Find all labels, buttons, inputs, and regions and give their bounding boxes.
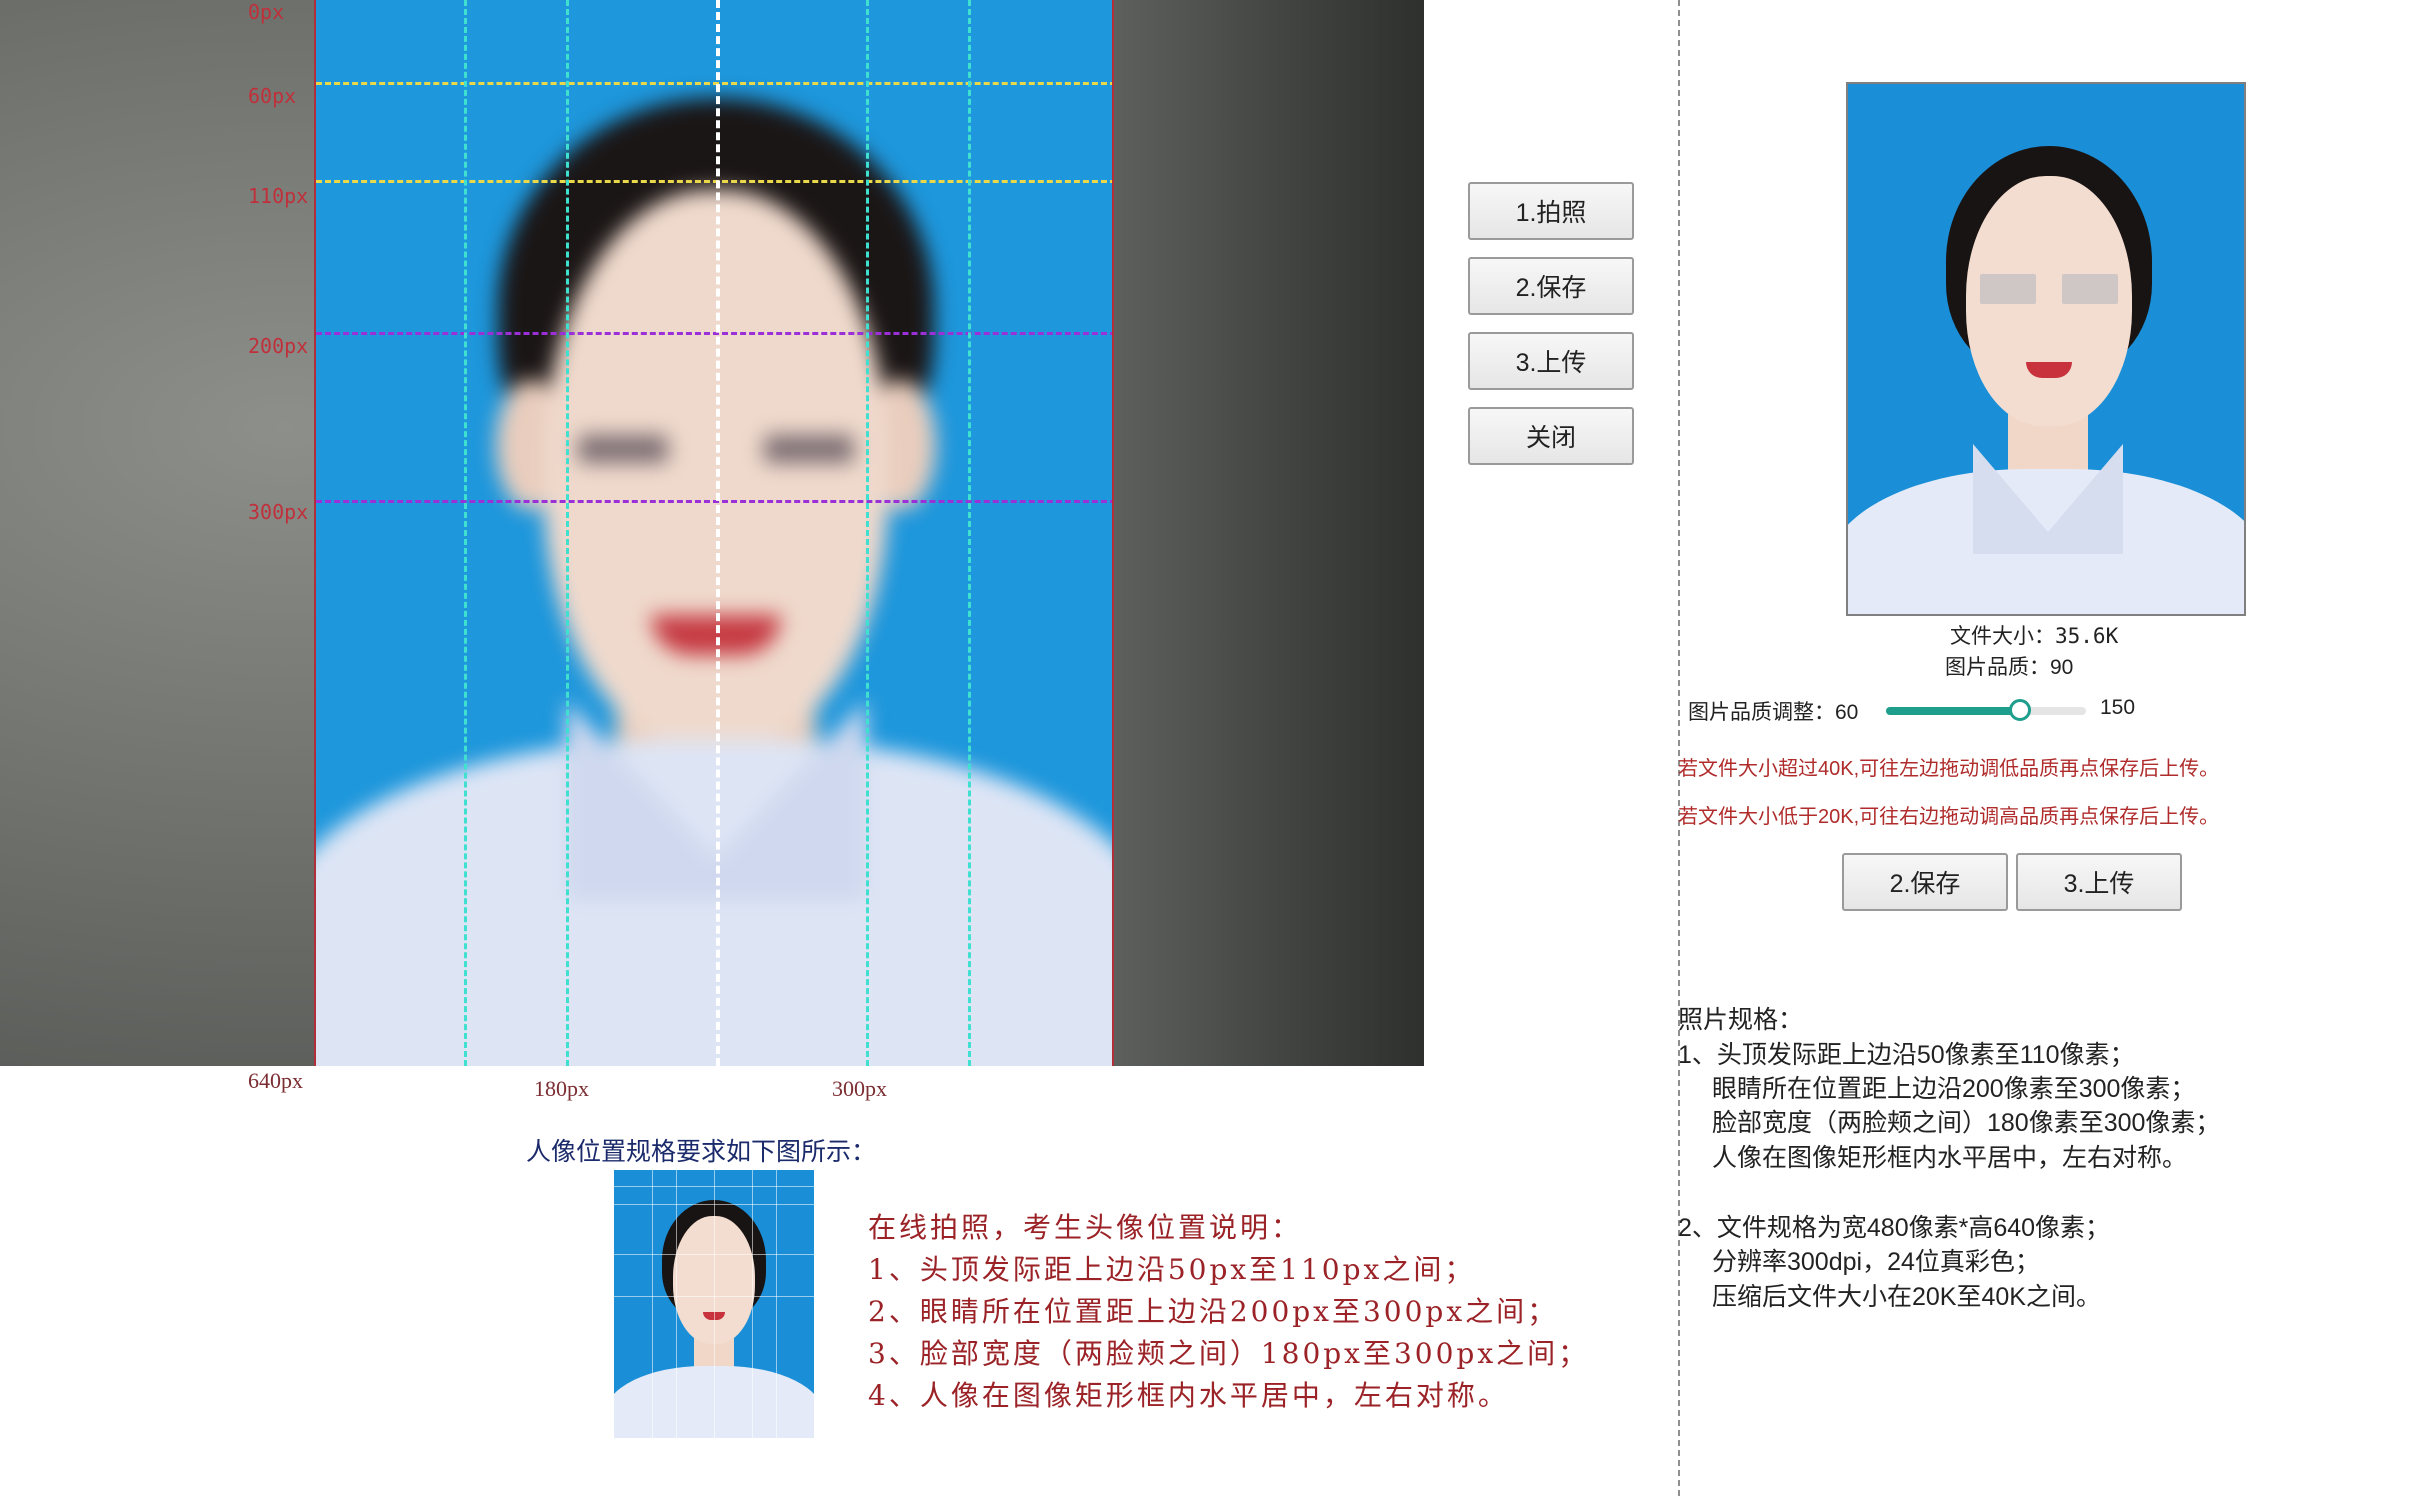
spec-line: 人像在图像矩形框内水平居中，左右对称。 [1712, 1144, 2188, 1172]
close-button[interactable]: 关闭 [1468, 407, 1634, 465]
quality-slider-fill [1886, 707, 2020, 715]
guide-heading: 人像位置规格要求如下图所示： [526, 1138, 877, 1166]
guide-line-300px [316, 500, 1112, 503]
take-photo-button[interactable]: 1.拍照 [1468, 182, 1634, 240]
spec-line: 脸部宽度（两脸颊之间）180像素至300像素； [1712, 1109, 2221, 1137]
guide-line-vertical [464, 0, 467, 1066]
camera-background-right [1114, 0, 1424, 1066]
spec-line: 2、文件规格为宽480像素*高640像素； [1678, 1214, 2111, 1242]
y-tick-label: 300px [248, 500, 309, 524]
photo-capture-frame [314, 0, 1114, 1066]
file-size-value: 35.6K [2055, 624, 2119, 648]
guide-note-title: 在线拍照，考生头像位置说明： [868, 1211, 1303, 1244]
file-size-info: 文件大小：35.6K [1950, 620, 2118, 650]
result-save-button[interactable]: 2.保存 [1842, 853, 2008, 911]
y-tick-label: 110px [248, 184, 309, 208]
quality-max-label: 150 [2100, 696, 2136, 719]
file-size-label: 文件大小： [1950, 625, 2055, 648]
spec-line: 1、头顶发际距上边沿50像素至110像素； [1678, 1041, 2135, 1069]
guide-line-vertical [968, 0, 971, 1066]
y-tick-label: 640px [248, 1068, 303, 1093]
quality-adjust-label: 图片品质调整：60 [1688, 701, 1859, 724]
spec-line: 压缩后文件大小在20K至40K之间。 [1712, 1283, 2101, 1311]
save-button[interactable]: 2.保存 [1468, 257, 1634, 315]
subject-portrait-blurred [316, 0, 1112, 1066]
guide-line-center [716, 0, 720, 1066]
spec-title: 照片规格： [1678, 1006, 1804, 1034]
spec-line: 眼睛所在位置距上边沿200像素至300像素； [1712, 1075, 2196, 1103]
quality-slider-handle[interactable] [2009, 699, 2031, 721]
warning-over-size: 若文件大小超过40K,可往左边拖动调低品质再点保存后上传。 [1678, 758, 2220, 780]
y-tick-label: 0px [248, 0, 285, 24]
warning-under-size: 若文件大小低于20K,可往右边拖动调高品质再点保存后上传。 [1678, 806, 2220, 828]
guide-line-vertical [566, 0, 569, 1066]
guide-note-line: 3、脸部宽度（两脸颊之间）180px至300px之间； [868, 1337, 1590, 1370]
y-tick-label: 60px [248, 84, 297, 108]
guide-line-vertical [866, 0, 869, 1066]
x-tick-label: 300px [832, 1076, 887, 1101]
upload-button[interactable]: 3.上传 [1468, 332, 1634, 390]
guide-line-110px [316, 180, 1112, 183]
guide-note-line: 2、眼睛所在位置距上边沿200px至300px之间； [868, 1295, 1559, 1328]
result-upload-button[interactable]: 3.上传 [2016, 853, 2182, 911]
guide-note-line: 1、头顶发际距上边沿50px至110px之间； [868, 1253, 1476, 1286]
quality-slider[interactable] [1886, 699, 2086, 721]
x-tick-label: 180px [534, 1076, 589, 1101]
guide-sample-photo [614, 1170, 814, 1438]
quality-info: 图片品质：90 [1945, 656, 2074, 679]
guide-line-200px [316, 332, 1112, 335]
result-photo-preview [1846, 82, 2246, 616]
guide-line-60px [316, 82, 1112, 85]
spec-line: 分辨率300dpi，24位真彩色； [1712, 1248, 2040, 1276]
camera-preview: 0px 60px 110px 200px 300px [0, 0, 1424, 1066]
guide-note-line: 4、人像在图像矩形框内水平居中，左右对称。 [868, 1379, 1509, 1412]
y-tick-label: 200px [248, 334, 309, 358]
panel-divider [1678, 0, 1680, 1496]
